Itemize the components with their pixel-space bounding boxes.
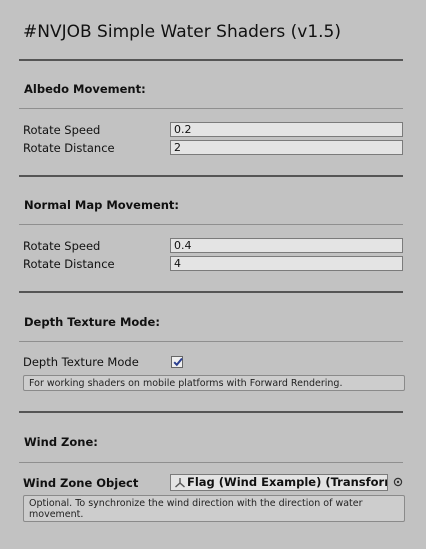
depth-help-box: For working shaders on mobile platforms …: [23, 375, 405, 391]
section-divider: [19, 175, 403, 177]
normal-rotate-speed-label: Rotate Speed: [23, 239, 101, 253]
section-divider: [19, 291, 403, 293]
header-underline: [19, 108, 403, 109]
normal-rotate-distance-label: Rotate Distance: [23, 257, 115, 271]
object-picker-icon[interactable]: [393, 477, 403, 487]
checkmark-icon: [173, 357, 183, 367]
transform-icon: [175, 478, 185, 488]
section-divider: [19, 411, 403, 413]
header-underline: [19, 341, 403, 342]
wind-zone-object-label: Wind Zone Object: [23, 476, 139, 490]
inspector-title: #NVJOB Simple Water Shaders (v1.5): [23, 22, 342, 42]
albedo-movement-header: Albedo Movement:: [24, 82, 146, 96]
header-underline: [19, 224, 403, 225]
wind-zone-object-field[interactable]: Flag (Wind Example) (Transform): [170, 474, 388, 491]
normal-rotate-distance-field[interactable]: 4: [170, 256, 403, 271]
wind-zone-object-value: Flag (Wind Example) (Transform): [187, 475, 388, 489]
normal-map-movement-header: Normal Map Movement:: [24, 198, 180, 212]
albedo-rotate-speed-field[interactable]: 0.2: [170, 122, 403, 137]
depth-texture-mode-header: Depth Texture Mode:: [24, 315, 160, 329]
header-underline: [19, 462, 403, 463]
albedo-rotate-speed-label: Rotate Speed: [23, 123, 101, 137]
depth-texture-mode-label: Depth Texture Mode: [23, 355, 139, 369]
depth-texture-mode-checkbox[interactable]: [171, 356, 183, 368]
wind-help-box: Optional. To synchronize the wind direct…: [23, 495, 405, 522]
normal-rotate-speed-field[interactable]: 0.4: [170, 238, 403, 253]
wind-zone-header: Wind Zone:: [24, 435, 98, 449]
albedo-rotate-distance-label: Rotate Distance: [23, 141, 115, 155]
section-divider: [19, 59, 403, 61]
albedo-rotate-distance-field[interactable]: 2: [170, 140, 403, 155]
